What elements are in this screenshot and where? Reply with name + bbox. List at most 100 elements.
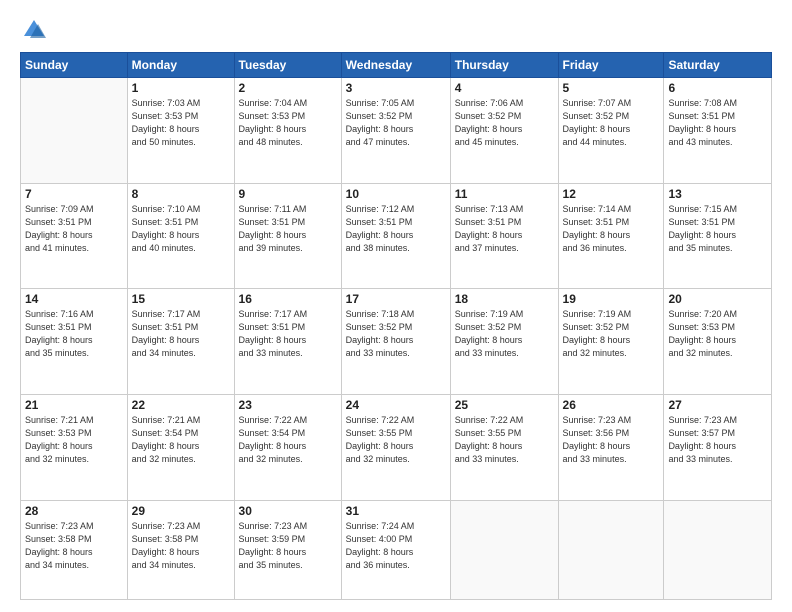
- week-row-4: 28 Sunrise: 7:23 AM Sunset: 3:58 PM Dayli…: [21, 500, 772, 599]
- day-number: 2: [239, 81, 337, 95]
- calendar-cell: 2 Sunrise: 7:04 AM Sunset: 3:53 PM Daylig…: [234, 78, 341, 184]
- day-number: 19: [563, 292, 660, 306]
- calendar-cell: [664, 500, 772, 599]
- week-row-0: 1 Sunrise: 7:03 AM Sunset: 3:53 PM Daylig…: [21, 78, 772, 184]
- day-info: Sunrise: 7:07 AM Sunset: 3:52 PM Dayligh…: [563, 97, 660, 149]
- day-info: Sunrise: 7:21 AM Sunset: 3:54 PM Dayligh…: [132, 414, 230, 466]
- day-number: 25: [455, 398, 554, 412]
- day-number: 23: [239, 398, 337, 412]
- day-info: Sunrise: 7:23 AM Sunset: 3:58 PM Dayligh…: [25, 520, 123, 572]
- weekday-header-monday: Monday: [127, 53, 234, 78]
- calendar-cell: 20 Sunrise: 7:20 AM Sunset: 3:53 PM Dayli…: [664, 289, 772, 395]
- day-info: Sunrise: 7:16 AM Sunset: 3:51 PM Dayligh…: [25, 308, 123, 360]
- calendar-cell: 28 Sunrise: 7:23 AM Sunset: 3:58 PM Dayli…: [21, 500, 128, 599]
- calendar-cell: 30Sunrise: 7:23 AM Sunset: 3:59 PM Dayli…: [234, 500, 341, 599]
- day-info: Sunrise: 7:22 AM Sunset: 3:55 PM Dayligh…: [455, 414, 554, 466]
- day-number: 24: [346, 398, 446, 412]
- day-info: Sunrise: 7:08 AM Sunset: 3:51 PM Dayligh…: [668, 97, 767, 149]
- calendar-cell: 11Sunrise: 7:13 AM Sunset: 3:51 PM Dayli…: [450, 183, 558, 289]
- day-info: Sunrise: 7:06 AM Sunset: 3:52 PM Dayligh…: [455, 97, 554, 149]
- day-info: Sunrise: 7:15 AM Sunset: 3:51 PM Dayligh…: [668, 203, 767, 255]
- day-info: Sunrise: 7:09 AM Sunset: 3:51 PM Dayligh…: [25, 203, 123, 255]
- day-number: 27: [668, 398, 767, 412]
- day-info: Sunrise: 7:23 AM Sunset: 3:58 PM Dayligh…: [132, 520, 230, 572]
- day-info: Sunrise: 7:17 AM Sunset: 3:51 PM Dayligh…: [239, 308, 337, 360]
- week-row-2: 14 Sunrise: 7:16 AM Sunset: 3:51 PM Dayli…: [21, 289, 772, 395]
- day-info: Sunrise: 7:17 AM Sunset: 3:51 PM Dayligh…: [132, 308, 230, 360]
- calendar-cell: 26 Sunrise: 7:23 AM Sunset: 3:56 PM Dayli…: [558, 394, 664, 500]
- day-info: Sunrise: 7:19 AM Sunset: 3:52 PM Dayligh…: [455, 308, 554, 360]
- day-info: Sunrise: 7:22 AM Sunset: 3:54 PM Dayligh…: [239, 414, 337, 466]
- day-number: 21: [25, 398, 123, 412]
- calendar-cell: 5 Sunrise: 7:07 AM Sunset: 3:52 PM Daylig…: [558, 78, 664, 184]
- day-number: 5: [563, 81, 660, 95]
- calendar-cell: [21, 78, 128, 184]
- day-info: Sunrise: 7:21 AM Sunset: 3:53 PM Dayligh…: [25, 414, 123, 466]
- day-info: Sunrise: 7:20 AM Sunset: 3:53 PM Dayligh…: [668, 308, 767, 360]
- logo: [20, 16, 52, 44]
- calendar-cell: 29Sunrise: 7:23 AM Sunset: 3:58 PM Dayli…: [127, 500, 234, 599]
- header: [20, 16, 772, 44]
- calendar-cell: 31 Sunrise: 7:24 AM Sunset: 4:00 PM Dayli…: [341, 500, 450, 599]
- weekday-header-saturday: Saturday: [664, 53, 772, 78]
- weekday-header-sunday: Sunday: [21, 53, 128, 78]
- day-number: 13: [668, 187, 767, 201]
- week-row-1: 7 Sunrise: 7:09 AM Sunset: 3:51 PM Daylig…: [21, 183, 772, 289]
- calendar-cell: 16Sunrise: 7:17 AM Sunset: 3:51 PM Dayli…: [234, 289, 341, 395]
- day-info: Sunrise: 7:11 AM Sunset: 3:51 PM Dayligh…: [239, 203, 337, 255]
- day-number: 17: [346, 292, 446, 306]
- calendar-cell: 27Sunrise: 7:23 AM Sunset: 3:57 PM Dayli…: [664, 394, 772, 500]
- day-number: 18: [455, 292, 554, 306]
- calendar-cell: 21 Sunrise: 7:21 AM Sunset: 3:53 PM Dayli…: [21, 394, 128, 500]
- day-number: 20: [668, 292, 767, 306]
- day-number: 14: [25, 292, 123, 306]
- day-info: Sunrise: 7:23 AM Sunset: 3:56 PM Dayligh…: [563, 414, 660, 466]
- day-info: Sunrise: 7:14 AM Sunset: 3:51 PM Dayligh…: [563, 203, 660, 255]
- calendar-cell: 23 Sunrise: 7:22 AM Sunset: 3:54 PM Dayli…: [234, 394, 341, 500]
- calendar-cell: 12 Sunrise: 7:14 AM Sunset: 3:51 PM Dayli…: [558, 183, 664, 289]
- calendar-cell: 17Sunrise: 7:18 AM Sunset: 3:52 PM Dayli…: [341, 289, 450, 395]
- day-info: Sunrise: 7:19 AM Sunset: 3:52 PM Dayligh…: [563, 308, 660, 360]
- calendar-cell: 10 Sunrise: 7:12 AM Sunset: 3:51 PM Dayli…: [341, 183, 450, 289]
- day-info: Sunrise: 7:05 AM Sunset: 3:52 PM Dayligh…: [346, 97, 446, 149]
- day-number: 4: [455, 81, 554, 95]
- day-number: 10: [346, 187, 446, 201]
- day-info: Sunrise: 7:03 AM Sunset: 3:53 PM Dayligh…: [132, 97, 230, 149]
- calendar-cell: 25 Sunrise: 7:22 AM Sunset: 3:55 PM Dayli…: [450, 394, 558, 500]
- day-info: Sunrise: 7:23 AM Sunset: 3:59 PM Dayligh…: [239, 520, 337, 572]
- calendar-cell: 13 Sunrise: 7:15 AM Sunset: 3:51 PM Dayli…: [664, 183, 772, 289]
- day-number: 31: [346, 504, 446, 518]
- day-number: 22: [132, 398, 230, 412]
- day-number: 12: [563, 187, 660, 201]
- calendar-cell: 14 Sunrise: 7:16 AM Sunset: 3:51 PM Dayli…: [21, 289, 128, 395]
- day-info: Sunrise: 7:04 AM Sunset: 3:53 PM Dayligh…: [239, 97, 337, 149]
- day-number: 1: [132, 81, 230, 95]
- day-info: Sunrise: 7:10 AM Sunset: 3:51 PM Dayligh…: [132, 203, 230, 255]
- calendar-cell: 6Sunrise: 7:08 AM Sunset: 3:51 PM Daylig…: [664, 78, 772, 184]
- calendar-cell: 18 Sunrise: 7:19 AM Sunset: 3:52 PM Dayli…: [450, 289, 558, 395]
- day-info: Sunrise: 7:12 AM Sunset: 3:51 PM Dayligh…: [346, 203, 446, 255]
- calendar-cell: 24 Sunrise: 7:22 AM Sunset: 3:55 PM Dayli…: [341, 394, 450, 500]
- calendar-table: SundayMondayTuesdayWednesdayThursdayFrid…: [20, 52, 772, 600]
- calendar-cell: 7 Sunrise: 7:09 AM Sunset: 3:51 PM Daylig…: [21, 183, 128, 289]
- day-number: 3: [346, 81, 446, 95]
- day-number: 15: [132, 292, 230, 306]
- calendar-cell: 3 Sunrise: 7:05 AM Sunset: 3:52 PM Daylig…: [341, 78, 450, 184]
- calendar-cell: 9 Sunrise: 7:11 AM Sunset: 3:51 PM Daylig…: [234, 183, 341, 289]
- weekday-header-thursday: Thursday: [450, 53, 558, 78]
- weekday-header-tuesday: Tuesday: [234, 53, 341, 78]
- day-number: 8: [132, 187, 230, 201]
- calendar-cell: [450, 500, 558, 599]
- logo-icon: [20, 16, 48, 44]
- week-row-3: 21 Sunrise: 7:21 AM Sunset: 3:53 PM Dayli…: [21, 394, 772, 500]
- day-number: 28: [25, 504, 123, 518]
- day-number: 26: [563, 398, 660, 412]
- day-info: Sunrise: 7:24 AM Sunset: 4:00 PM Dayligh…: [346, 520, 446, 572]
- day-number: 9: [239, 187, 337, 201]
- calendar-cell: 8 Sunrise: 7:10 AM Sunset: 3:51 PM Daylig…: [127, 183, 234, 289]
- day-info: Sunrise: 7:22 AM Sunset: 3:55 PM Dayligh…: [346, 414, 446, 466]
- calendar-cell: 19 Sunrise: 7:19 AM Sunset: 3:52 PM Dayli…: [558, 289, 664, 395]
- day-number: 7: [25, 187, 123, 201]
- calendar-cell: 22 Sunrise: 7:21 AM Sunset: 3:54 PM Dayli…: [127, 394, 234, 500]
- day-info: Sunrise: 7:13 AM Sunset: 3:51 PM Dayligh…: [455, 203, 554, 255]
